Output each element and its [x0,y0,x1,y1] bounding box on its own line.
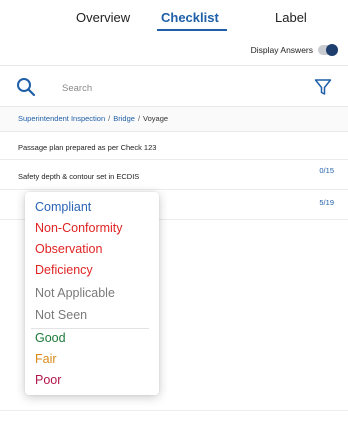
search-icon[interactable] [16,77,36,97]
breadcrumb-item-voyage: Voyage [143,114,169,123]
tab-bar: Overview Checklist Label [0,0,348,32]
option-good[interactable]: Good [35,331,66,345]
list-item-count: 0/15 [319,166,334,175]
list-item-text: Safety depth & contour set in ECDIS [18,172,140,181]
list-item-text: Passage plan prepared as per Check 123 [18,143,157,152]
list-item-count: 5/19 [319,198,334,207]
divider [0,410,348,411]
display-answers-toggle[interactable] [318,44,338,56]
tab-label[interactable]: Label [275,10,307,25]
breadcrumb-separator: / [108,114,111,123]
display-answers-row: Display Answers [0,40,348,60]
filter-icon[interactable] [314,78,332,96]
search-bar [0,70,348,106]
option-observation[interactable]: Observation [35,242,102,256]
answer-dropdown-menu: Compliant Non-Conformity Observation Def… [25,192,159,395]
option-poor[interactable]: Poor [35,373,61,387]
list-item[interactable]: Safety depth & contour set in ECDIS 0/15 [0,160,348,190]
breadcrumb-item-superintendent-inspection[interactable]: Superintendent Inspection [18,114,105,123]
option-divider [31,328,149,329]
display-answers-label: Display Answers [250,45,313,55]
option-non-conformity[interactable]: Non-Conformity [35,221,123,235]
breadcrumb-bar: Superintendent Inspection / Bridge / Voyage [0,106,348,132]
option-deficiency[interactable]: Deficiency [35,263,93,277]
active-tab-indicator [157,29,227,31]
breadcrumb-separator: / [137,114,141,123]
option-compliant[interactable]: Compliant [35,200,91,214]
option-not-applicable[interactable]: Not Applicable [35,286,115,300]
tab-overview[interactable]: Overview [76,10,130,25]
option-fair[interactable]: Fair [35,352,57,366]
option-not-seen[interactable]: Not Seen [35,308,87,322]
tab-checklist[interactable]: Checklist [161,10,219,25]
toggle-knob [326,44,338,56]
breadcrumb-item-bridge[interactable]: Bridge [113,114,135,123]
search-input[interactable] [62,79,282,97]
list-item[interactable]: Passage plan prepared as per Check 123 [0,132,348,160]
divider [0,65,348,66]
breadcrumb: Superintendent Inspection / Bridge / Voyage [18,114,168,123]
